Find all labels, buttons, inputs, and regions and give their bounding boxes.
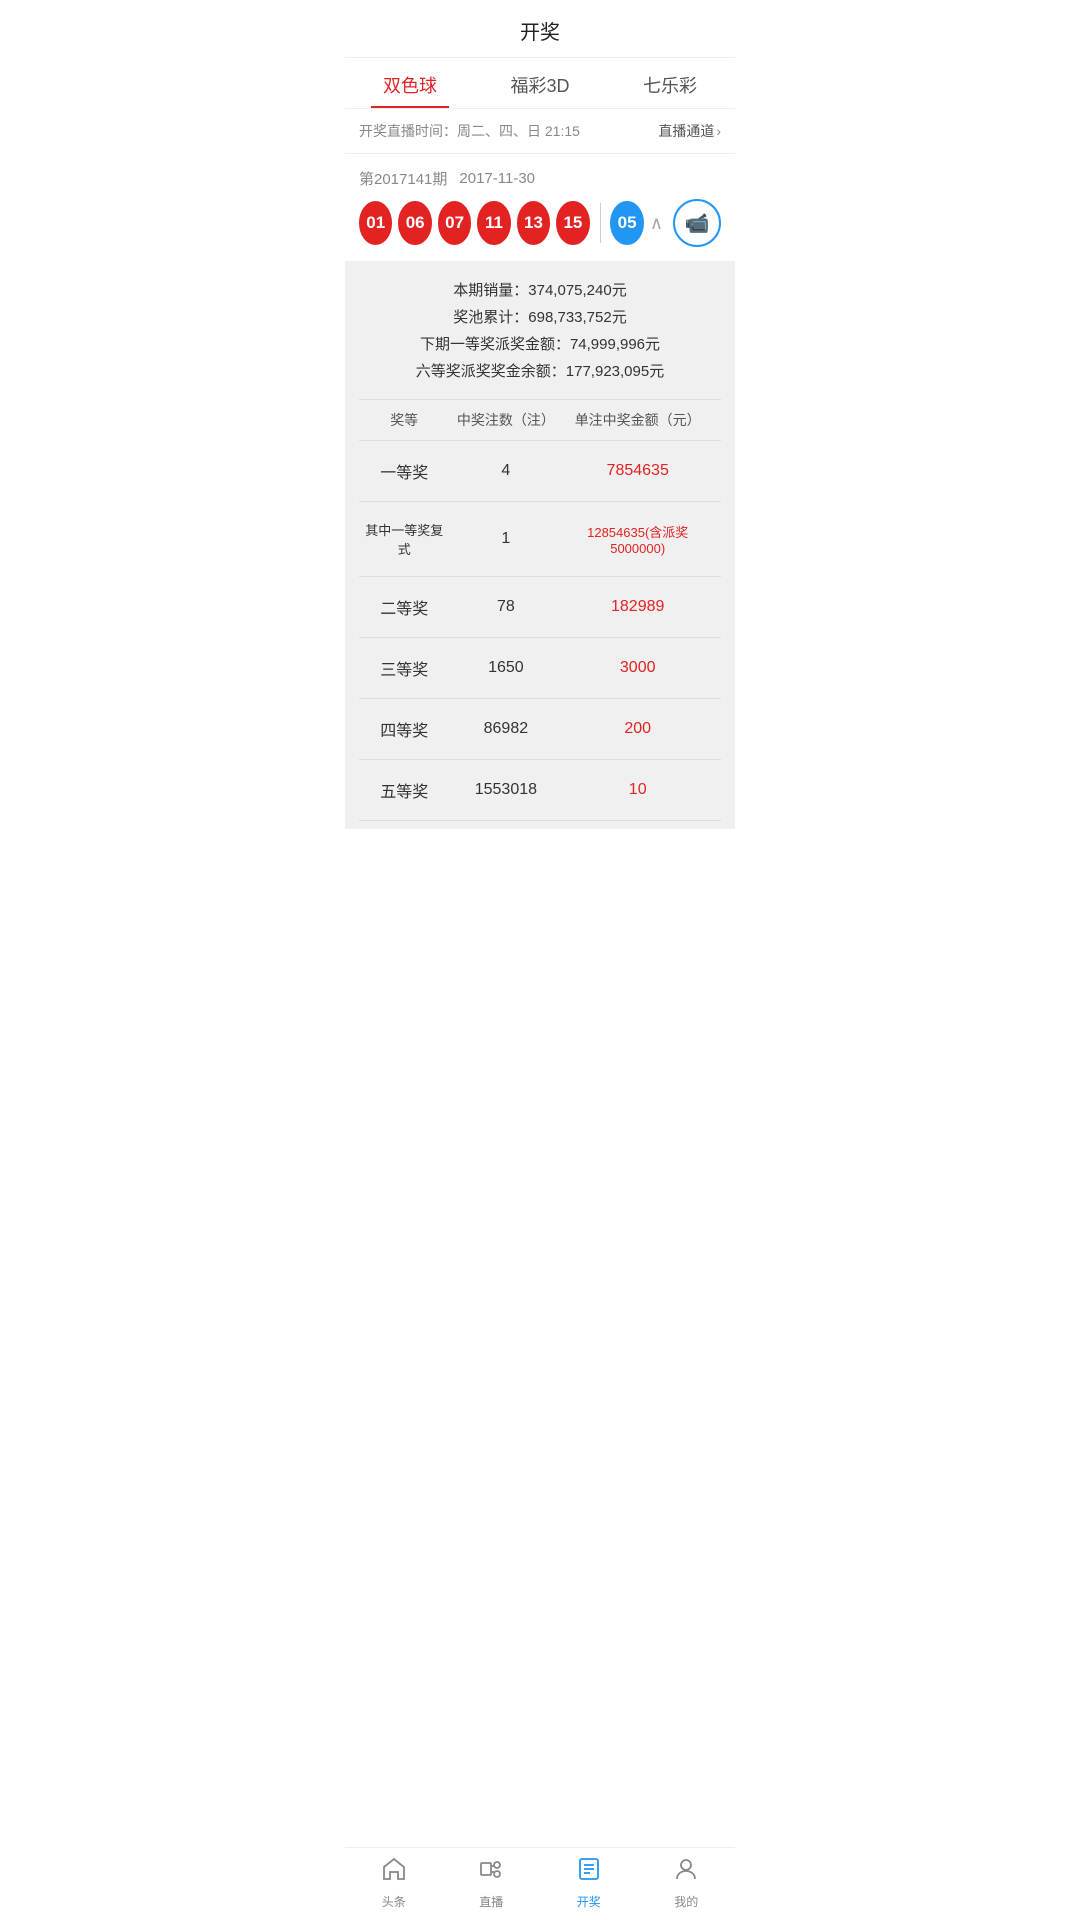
prize-count-4: 86982: [449, 720, 562, 738]
prize-level-complex: 其中一等奖复式: [359, 520, 449, 558]
nav-lottery-label: 开奖: [577, 1893, 601, 1910]
period-number: 第2017141期: [359, 168, 447, 189]
page-header: 开奖: [345, 0, 735, 58]
prize-row-4: 四等奖 86982 200: [359, 699, 721, 760]
prize-count-5: 1553018: [449, 781, 562, 799]
prize-row-3: 三等奖 1650 3000: [359, 638, 721, 699]
blue-ball-1: 05: [610, 201, 643, 245]
prize-count-1: 4: [449, 462, 562, 480]
nav-headlines-label: 头条: [382, 1893, 406, 1910]
prize-panel: 本期销量：374,075,240元 奖池累计：698,733,752元 下期一等…: [345, 261, 735, 829]
prize-level-1: 一等奖: [359, 459, 449, 483]
camera-icon: 📹: [685, 211, 710, 236]
prize-amount-3: 3000: [562, 659, 721, 677]
page-title: 开奖: [520, 22, 560, 44]
prize-amount-5: 10: [562, 781, 721, 799]
nav-lottery[interactable]: 开奖: [540, 1856, 638, 1910]
collapse-icon[interactable]: ∧: [650, 213, 663, 234]
summary-line3: 下期一等奖派奖金额：74,999,996元: [359, 331, 721, 358]
prize-amount-4: 200: [562, 720, 721, 738]
live-channel-link[interactable]: 直播通道 ›: [658, 121, 721, 141]
col-header-count: 中奖注数（注）: [449, 410, 562, 430]
nav-mine[interactable]: 我的: [638, 1856, 736, 1910]
prize-level-4: 四等奖: [359, 717, 449, 741]
red-ball-3: 07: [438, 201, 471, 245]
red-ball-5: 13: [517, 201, 550, 245]
red-ball-1: 01: [359, 201, 392, 245]
prize-level-5: 五等奖: [359, 778, 449, 802]
prize-row-5: 五等奖 1553018 10: [359, 760, 721, 821]
summary-line2: 奖池累计：698,733,752元: [359, 304, 721, 331]
tab-bar: 双色球 福彩3D 七乐彩: [345, 58, 735, 109]
user-icon: [673, 1856, 699, 1889]
live-bar: 开奖直播时间：周二、四、日 21:15 直播通道 ›: [345, 109, 735, 154]
prize-count-complex: 1: [449, 530, 562, 548]
period-section: 第2017141期 2017-11-30 01 06 07 11 13 15 0…: [345, 154, 735, 261]
home-icon: [381, 1856, 407, 1889]
summary-line4: 六等奖派奖奖金余额：177,923,095元: [359, 358, 721, 385]
prize-amount-complex: 12854635(含派奖5000000): [562, 522, 721, 556]
nav-headlines[interactable]: 头条: [345, 1856, 443, 1910]
live-icon: [478, 1856, 504, 1889]
prize-level-2: 二等奖: [359, 595, 449, 619]
prize-count-2: 78: [449, 598, 562, 616]
bottom-nav: 头条 直播 开奖: [345, 1847, 735, 1920]
prize-level-3: 三等奖: [359, 656, 449, 680]
prize-row-1: 一等奖 4 7854635: [359, 441, 721, 502]
period-date: 2017-11-30: [459, 170, 535, 187]
col-header-level: 奖等: [359, 410, 449, 430]
prize-amount-1: 7854635: [562, 462, 721, 480]
lottery-icon: [576, 1856, 602, 1889]
video-button[interactable]: 📹: [673, 199, 721, 247]
red-ball-4: 11: [477, 201, 510, 245]
prize-count-3: 1650: [449, 659, 562, 677]
live-time-label: 开奖直播时间：周二、四、日 21:15: [359, 121, 580, 141]
prize-amount-2: 182989: [562, 598, 721, 616]
prize-row-2: 二等奖 78 182989: [359, 577, 721, 638]
tab-fucai3d[interactable]: 福彩3D: [475, 58, 605, 108]
col-header-amount: 单注中奖金额（元）: [562, 410, 721, 430]
lottery-numbers-row: 01 06 07 11 13 15 05 ∧ 📹: [359, 199, 721, 261]
prize-row-complex: 其中一等奖复式 1 12854635(含派奖5000000): [359, 502, 721, 577]
prize-table-header: 奖等 中奖注数（注） 单注中奖金额（元）: [359, 399, 721, 441]
summary-line1: 本期销量：374,075,240元: [359, 277, 721, 304]
tab-qilecai[interactable]: 七乐彩: [605, 58, 735, 108]
chevron-right-icon: ›: [716, 123, 721, 139]
tab-shuangseqiu[interactable]: 双色球: [345, 58, 475, 108]
nav-live[interactable]: 直播: [443, 1856, 541, 1910]
red-ball-2: 06: [398, 201, 431, 245]
prize-summary: 本期销量：374,075,240元 奖池累计：698,733,752元 下期一等…: [359, 277, 721, 385]
divider: [600, 203, 601, 243]
red-ball-6: 15: [556, 201, 589, 245]
nav-live-label: 直播: [479, 1893, 503, 1910]
nav-mine-label: 我的: [674, 1893, 698, 1910]
